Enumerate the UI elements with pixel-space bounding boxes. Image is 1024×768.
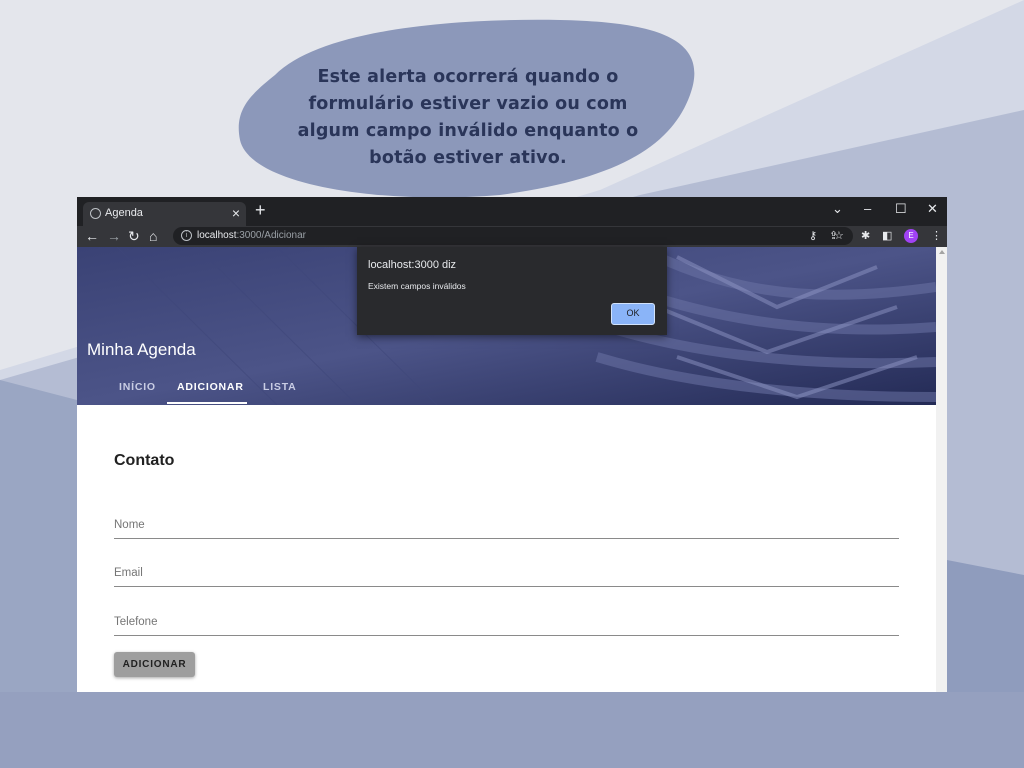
alert-ok-button[interactable]: OK [611, 303, 655, 325]
alert-dialog: localhost:3000 diz Existem campos inváli… [357, 247, 667, 335]
phone-field[interactable]: Telefone [114, 611, 899, 636]
nav-tab-inicio[interactable]: INÍCIO [119, 381, 156, 393]
address-url: localhost:3000/Adicionar [197, 230, 306, 241]
nav-tab-adicionar[interactable]: ADICIONAR [177, 381, 244, 393]
page-scrollbar[interactable] [936, 247, 947, 692]
alert-message: Existem campos inválidos [368, 281, 466, 291]
tab-search-icon[interactable]: ⌄ [832, 201, 843, 217]
callout-text: Este alerta ocorrerá quando o formulário… [297, 67, 639, 168]
name-field[interactable]: Nome [114, 514, 899, 539]
address-path: :3000/Adicionar [236, 230, 306, 241]
email-field-label: Email [114, 567, 143, 579]
active-tab-indicator [167, 402, 247, 404]
reload-icon[interactable]: ↻ [128, 228, 140, 244]
home-icon[interactable]: ⌂ [149, 228, 157, 244]
star-icon[interactable]: ☆ [834, 229, 844, 243]
profile-avatar[interactable]: E [904, 229, 918, 243]
menu-icon[interactable]: ⋮ [931, 229, 942, 243]
key-icon[interactable]: ⚷ [809, 229, 817, 243]
tab-title: Agenda [105, 207, 143, 219]
address-bar[interactable]: i localhost:3000/Adicionar ⚷ ⇪ [173, 227, 853, 245]
phone-field-label: Telefone [114, 616, 158, 628]
side-panel-icon[interactable]: ◧ [882, 229, 892, 243]
browser-toolbar: ← → ↻ ⌂ i localhost:3000/Adicionar ⚷ ⇪ ☆… [77, 226, 947, 247]
extensions-icon[interactable]: ✱ [861, 229, 870, 243]
close-window-icon[interactable]: ✕ [927, 201, 938, 217]
add-contact-button[interactable]: ADICIONAR [114, 652, 195, 677]
name-field-label: Nome [114, 519, 145, 531]
alert-title: localhost:3000 diz [368, 259, 457, 271]
forward-icon[interactable]: → [107, 228, 121, 244]
address-host: localhost [197, 230, 237, 241]
minimize-icon[interactable]: – [864, 201, 871, 216]
browser-window: Agenda × + ⌄ – ☐ ✕ ← → ↻ ⌂ i localhost:3… [77, 197, 947, 692]
browser-tab[interactable]: Agenda × [83, 202, 246, 226]
nav-tab-lista[interactable]: LISTA [263, 381, 297, 393]
app-title: Minha Agenda [87, 340, 196, 359]
maximize-icon[interactable]: ☐ [895, 201, 907, 217]
web-page: Minha Agenda INÍCIO ADICIONAR LISTA Cont… [77, 247, 947, 692]
back-icon[interactable]: ← [85, 228, 99, 244]
globe-icon [90, 208, 101, 219]
new-tab-icon[interactable]: + [255, 200, 266, 221]
close-tab-icon[interactable]: × [232, 205, 240, 221]
form-title: Contato [114, 452, 175, 469]
email-field[interactable]: Email [114, 562, 899, 587]
tab-strip: Agenda × + ⌄ – ☐ ✕ [77, 197, 947, 226]
scroll-up-icon[interactable] [939, 250, 945, 254]
site-info-icon[interactable]: i [181, 230, 192, 241]
